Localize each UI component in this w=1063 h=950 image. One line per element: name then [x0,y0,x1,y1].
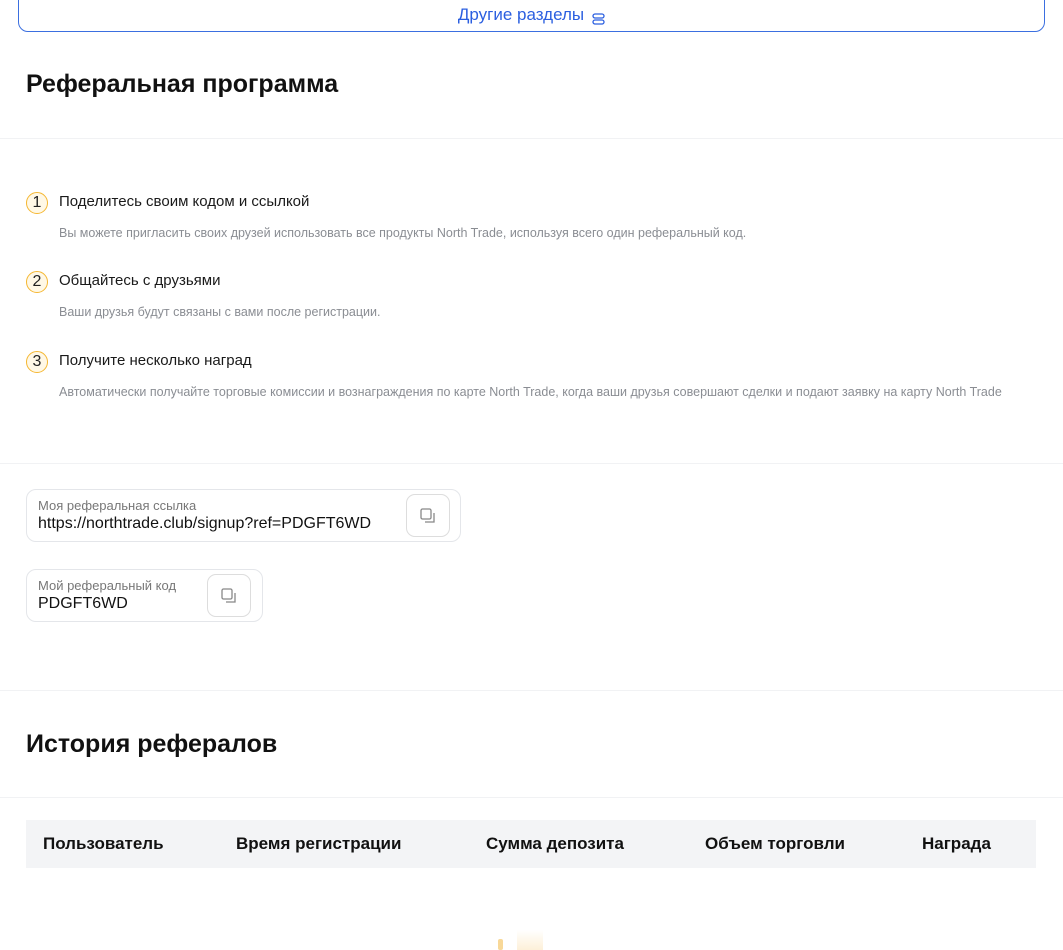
step-title: Общайтесь с друзьями [59,272,221,289]
copy-code-button[interactable] [207,574,251,617]
step-description: Автоматически получайте торговые комисси… [59,385,1002,399]
step-number: 1 [26,192,48,214]
divider [0,797,1063,798]
column-reward: Награда [922,834,991,853]
divider [0,138,1063,139]
divider [0,690,1063,691]
copy-icon [221,587,236,603]
step-title: Получите несколько наград [59,352,252,369]
step-description: Ваши друзья будут связаны с вами после р… [59,305,381,319]
divider [0,463,1063,464]
step-title: Поделитесь своим кодом и ссылкой [59,193,310,210]
referral-code-value[interactable]: PDGFT6WD [38,595,128,613]
referral-link-label: Моя реферальная ссылка [38,498,197,513]
empty-state-icon [498,930,544,950]
list-icon [592,13,605,25]
referral-code-label: Мой реферальный код [38,578,177,593]
column-registration-time: Время регистрации [236,834,402,853]
referral-link-value[interactable]: https://northtrade.club/signup?ref=PDGFT… [38,515,371,533]
column-deposit: Сумма депозита [486,834,624,853]
copy-link-button[interactable] [406,494,450,537]
column-volume: Объем торговли [705,834,846,853]
copy-icon [420,507,435,523]
column-user: Пользователь [43,834,164,853]
table-header: Пользователь Время регистрации Сумма деп… [26,820,1036,868]
step-number: 3 [26,351,48,373]
page-title: Реферальная программа [26,70,339,98]
step-number: 2 [26,271,48,293]
other-sections-label: Другие разделы [457,5,585,24]
step-description: Вы можете пригласить своих друзей исполь… [59,226,747,240]
other-sections-button[interactable]: Другие разделы [18,0,1045,32]
referral-link-field[interactable]: Моя реферальная ссылка https://northtrad… [26,489,461,542]
referral-code-field[interactable]: Мой реферальный код PDGFT6WD [26,569,263,622]
history-title: История рефералов [26,730,278,758]
